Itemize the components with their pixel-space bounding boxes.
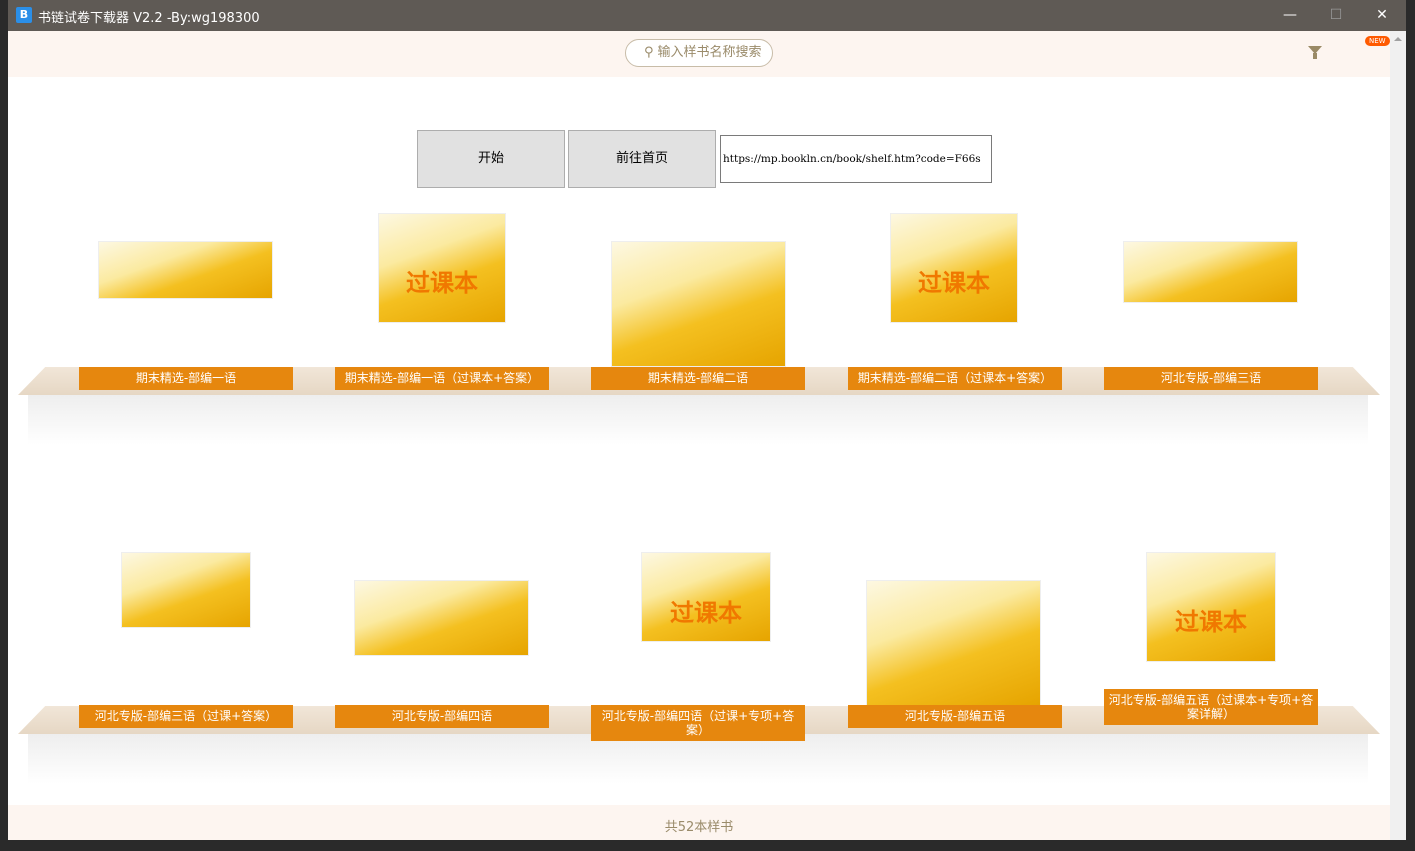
window-title: 书链试卷下载器 V2.2 -By:wg198300 [38, 11, 260, 26]
title-bar: B 书链试卷下载器 V2.2 -By:wg198300 — ☐ ✕ [8, 0, 1406, 31]
book-label[interactable]: 河北专版-部编三语（过课+答案） [79, 705, 293, 728]
cover-title: 过课本 [1175, 607, 1247, 636]
book-cover[interactable] [866, 580, 1041, 706]
close-button[interactable]: ✕ [1359, 0, 1405, 31]
search-input[interactable]: ⚲ 输入样书名称搜索 [625, 39, 773, 67]
book-cover[interactable] [611, 241, 786, 367]
cover-title: 过课本 [406, 268, 478, 297]
scrollbar[interactable] [1390, 31, 1406, 840]
book-cover[interactable] [98, 241, 273, 299]
minimize-button[interactable]: — [1267, 0, 1313, 31]
book-cover[interactable]: 过课本 [641, 552, 771, 642]
book-count: 共52本样书 [664, 820, 734, 835]
book-label[interactable]: 河北专版-部编三语 [1104, 367, 1318, 390]
scroll-up-icon[interactable] [1394, 37, 1402, 41]
app-icon: B [16, 7, 32, 23]
new-badge: NEW [1365, 36, 1390, 46]
cover-title: 过课本 [670, 598, 742, 627]
shelf-shadow [28, 734, 1368, 784]
book-label[interactable]: 河北专版-部编四语（过课+专项+答案） [591, 705, 805, 741]
book-label[interactable]: 河北专版-部编五语（过课本+专项+答案详解） [1104, 689, 1318, 725]
book-cover[interactable]: 过课本 [378, 213, 506, 323]
book-cover[interactable]: 过课本 [1146, 552, 1276, 662]
book-label[interactable]: 期末精选-部编二语（过课本+答案） [848, 367, 1062, 390]
book-label[interactable]: 河北专版-部编四语 [335, 705, 549, 728]
search-placeholder: 输入样书名称搜索 [657, 45, 762, 60]
start-button[interactable]: 开始 [417, 130, 565, 188]
book-label[interactable]: 期末精选-部编一语（过课本+答案） [335, 367, 549, 390]
book-cover[interactable]: 过课本 [890, 213, 1018, 323]
maximize-button[interactable]: ☐ [1313, 0, 1359, 31]
book-cover[interactable] [354, 580, 529, 656]
book-cover[interactable] [121, 552, 251, 628]
app-window: B 书链试卷下载器 V2.2 -By:wg198300 — ☐ ✕ ⚲ 输入样书名… [8, 0, 1406, 840]
footer: 共52本样书 [8, 805, 1390, 840]
book-cover[interactable] [1123, 241, 1298, 303]
book-label[interactable]: 期末精选-部编一语 [79, 367, 293, 390]
shelf-shadow [28, 395, 1368, 445]
url-input[interactable]: https://mp.bookln.cn/book/shelf.htm?code… [720, 135, 992, 183]
search-icon: ⚲ [644, 45, 654, 60]
home-button[interactable]: 前往首页 [568, 130, 716, 188]
header-bar: ⚲ 输入样书名称搜索 NEW [8, 31, 1390, 77]
cover-title: 过课本 [918, 268, 990, 297]
book-label[interactable]: 期末精选-部编二语 [591, 367, 805, 390]
filter-icon[interactable] [1308, 46, 1322, 59]
book-label[interactable]: 河北专版-部编五语 [848, 705, 1062, 728]
